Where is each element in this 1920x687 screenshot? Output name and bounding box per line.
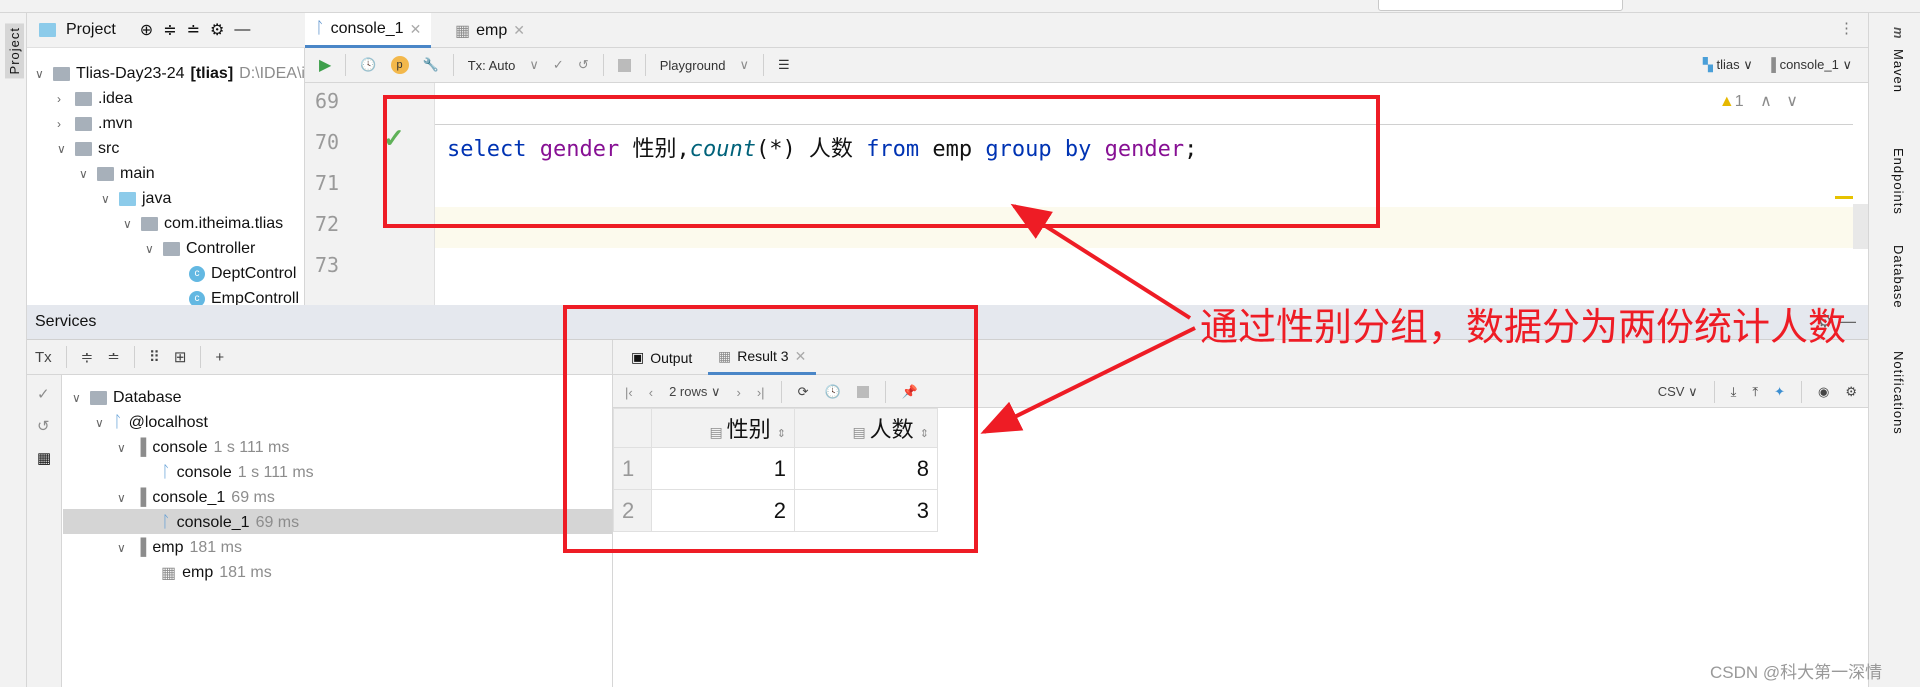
annotation-text: 通过性别分组，数据分为两份统计人数 [1200,307,1847,349]
watermark: CSDN @科大第一深情 [1710,663,1883,682]
arrow-to-sql [1010,203,1192,320]
arrow-to-result [980,326,1196,434]
